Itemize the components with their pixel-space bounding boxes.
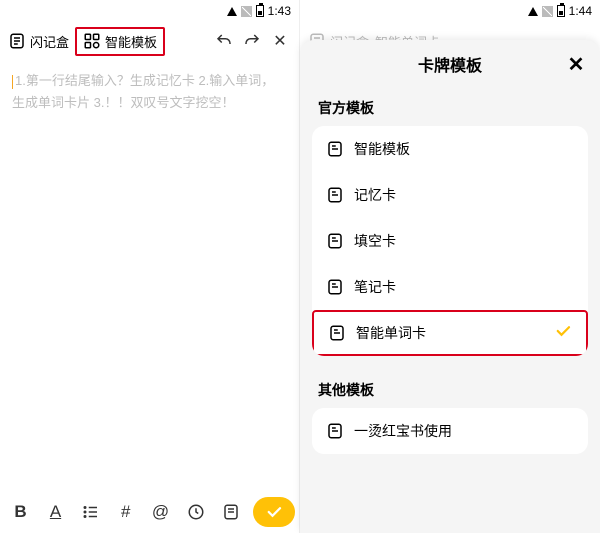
no-sim-icon bbox=[241, 6, 252, 17]
template-item-note[interactable]: 笔记卡 bbox=[312, 264, 588, 310]
overlay-header: 卡牌模板 ✕ bbox=[300, 40, 600, 88]
section-title-other: 其他模板 bbox=[300, 370, 600, 408]
template-overlay: 卡牌模板 ✕ 官方模板 智能模板 记忆卡 填空卡 笔记卡 智能 bbox=[300, 40, 600, 533]
template-label: 智能模板 bbox=[105, 32, 157, 51]
card-icon bbox=[326, 422, 344, 440]
close-button[interactable]: ✕ bbox=[269, 30, 291, 52]
text-cursor bbox=[12, 75, 13, 89]
template-item-label: 记忆卡 bbox=[354, 185, 396, 205]
card-icon bbox=[326, 186, 344, 204]
editor-placeholder: 1.第一行结尾输入？生成记忆卡 2.输入单词，生成单词卡片 3.！！双叹号文字挖… bbox=[12, 73, 274, 110]
status-bar: 1:44 bbox=[300, 0, 600, 22]
undo-button[interactable] bbox=[213, 30, 235, 52]
bold-button[interactable]: B bbox=[4, 494, 37, 530]
mention-button[interactable]: @ bbox=[144, 494, 177, 530]
overlay-close-button[interactable]: ✕ bbox=[564, 52, 588, 76]
section-title-official: 官方模板 bbox=[300, 88, 600, 126]
clock-button[interactable] bbox=[179, 494, 212, 530]
confirm-button[interactable] bbox=[253, 497, 295, 527]
card-button[interactable] bbox=[214, 494, 247, 530]
list-button[interactable] bbox=[74, 494, 107, 530]
signal-icon bbox=[528, 7, 538, 16]
official-template-list: 智能模板 记忆卡 填空卡 笔记卡 智能单词卡 bbox=[312, 126, 588, 356]
template-item-label: 智能单词卡 bbox=[356, 323, 426, 343]
check-icon bbox=[554, 322, 572, 345]
editor-toolbar: 闪记盒 智能模板 ✕ bbox=[0, 22, 299, 60]
hash-button[interactable]: # bbox=[109, 494, 142, 530]
signal-icon bbox=[227, 7, 237, 16]
redo-button[interactable] bbox=[241, 30, 263, 52]
status-bar: 1:43 bbox=[0, 0, 299, 22]
battery-icon bbox=[256, 5, 264, 17]
screen-template-picker: 1:44 闪记盒 智能单词卡 卡牌模板 ✕ 官方模板 智能模板 记忆卡 bbox=[300, 0, 600, 533]
underline-button[interactable]: A bbox=[39, 494, 72, 530]
battery-icon bbox=[557, 5, 565, 17]
other-template-list: 一烫红宝书使用 bbox=[312, 408, 588, 454]
app-brand[interactable]: 闪记盒 bbox=[8, 32, 69, 51]
template-icon bbox=[83, 32, 101, 50]
smart-template-button[interactable]: 智能模板 bbox=[75, 27, 165, 56]
card-icon bbox=[328, 324, 346, 342]
template-item-label: 填空卡 bbox=[354, 231, 396, 251]
clock: 1:44 bbox=[569, 4, 592, 18]
template-item-smart[interactable]: 智能模板 bbox=[312, 126, 588, 172]
overlay-title: 卡牌模板 bbox=[418, 52, 482, 76]
card-icon bbox=[326, 278, 344, 296]
screen-editor: 1:43 闪记盒 智能模板 ✕ 1.第一行结尾输入？生成记忆卡 2.输入单词，生… bbox=[0, 0, 300, 533]
template-item-other-1[interactable]: 一烫红宝书使用 bbox=[312, 408, 588, 454]
template-item-vocab[interactable]: 智能单词卡 bbox=[312, 310, 588, 356]
note-icon bbox=[8, 32, 26, 50]
editor-area[interactable]: 1.第一行结尾输入？生成记忆卡 2.输入单词，生成单词卡片 3.！！双叹号文字挖… bbox=[0, 60, 299, 491]
template-item-cloze[interactable]: 填空卡 bbox=[312, 218, 588, 264]
template-item-label: 一烫红宝书使用 bbox=[354, 421, 452, 441]
template-item-label: 智能模板 bbox=[354, 139, 410, 159]
format-toolbar: B A # @ bbox=[0, 491, 299, 533]
card-icon bbox=[326, 232, 344, 250]
template-item-label: 笔记卡 bbox=[354, 277, 396, 297]
no-sim-icon bbox=[542, 6, 553, 17]
brand-label: 闪记盒 bbox=[30, 32, 69, 51]
template-item-memory[interactable]: 记忆卡 bbox=[312, 172, 588, 218]
card-icon bbox=[326, 140, 344, 158]
clock: 1:43 bbox=[268, 4, 291, 18]
